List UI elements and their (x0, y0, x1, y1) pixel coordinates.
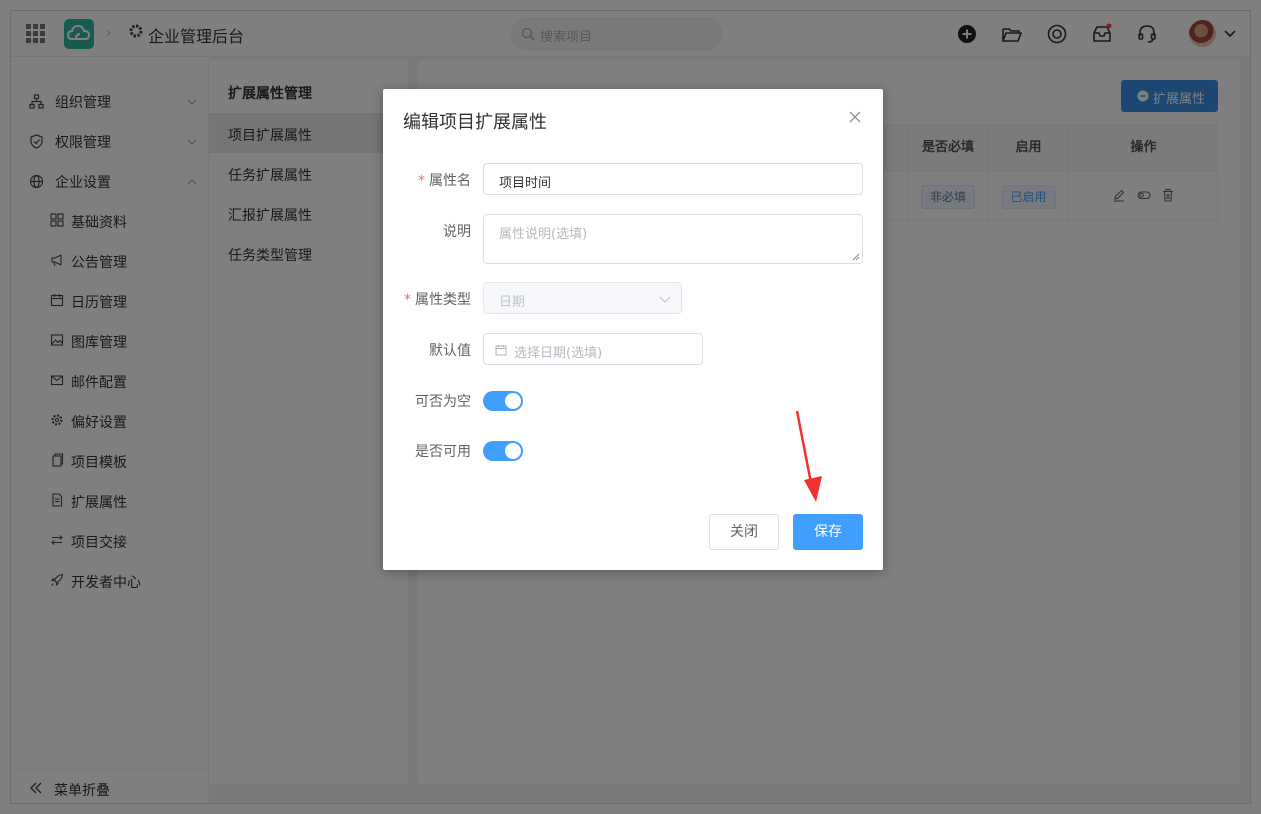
toggle-knob (505, 443, 521, 459)
name-field-label: * 属性名 (418, 173, 471, 189)
calendar-icon (495, 345, 507, 356)
nullable-field-label: 可否为空 (415, 394, 471, 410)
default-date-placeholder: 选择日期(选填) (514, 346, 603, 361)
resize-grip-icon[interactable] (852, 253, 860, 261)
enabled-field-label: 是否可用 (415, 444, 471, 460)
close-button[interactable]: 关闭 (709, 514, 779, 550)
chevron-down-icon (659, 296, 671, 303)
toggle-knob (505, 393, 521, 409)
type-select-value: 日期 (499, 295, 526, 310)
default-date-picker[interactable]: 选择日期(选填) (483, 333, 703, 365)
default-field-label: 默认值 (429, 343, 471, 359)
name-field-value: 项目时间 (499, 176, 552, 191)
enabled-toggle[interactable] (483, 441, 523, 461)
type-select: 日期 (483, 282, 682, 314)
dialog-title: 编辑项目扩展属性 (403, 112, 547, 133)
nullable-toggle[interactable] (483, 391, 523, 411)
description-field[interactable]: 属性说明(选填) (483, 214, 863, 264)
name-field[interactable]: 项目时间 (483, 163, 863, 195)
description-placeholder: 属性说明(选填) (499, 227, 588, 242)
type-field-label: * 属性类型 (404, 292, 471, 308)
annotation-arrow-icon (795, 410, 822, 502)
description-field-label: 说明 (443, 224, 471, 240)
close-icon[interactable] (849, 111, 861, 123)
save-button[interactable]: 保存 (793, 514, 863, 550)
